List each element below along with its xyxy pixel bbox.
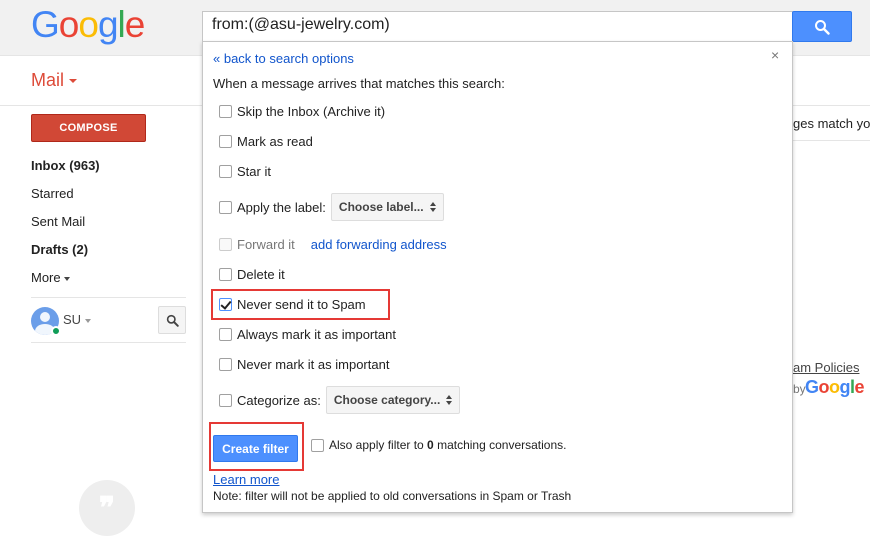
back-to-search-options-link[interactable]: « back to search options <box>213 51 354 66</box>
select-value: Choose category... <box>333 393 441 407</box>
option-label: Never mark it as important <box>237 356 390 372</box>
select-arrows-icon <box>446 395 453 405</box>
option-label: Apply the label: <box>237 199 326 215</box>
divider <box>31 297 186 298</box>
sidebar-item-inbox[interactable]: Inbox (963) <box>31 152 100 180</box>
matching-count: 0 <box>427 438 434 452</box>
never-important-checkbox[interactable] <box>219 357 232 371</box>
sidebar-item-more[interactable]: More <box>31 264 100 292</box>
option-label: Star it <box>237 163 271 179</box>
option-always-important[interactable]: Always mark it as important <box>219 324 396 344</box>
powered-by-text: by <box>793 382 806 396</box>
search-button[interactable] <box>792 11 852 42</box>
also-apply-suffix: matching conversations. <box>433 438 567 452</box>
select-value: Choose label... <box>338 200 424 214</box>
logo-letter: G <box>31 4 60 45</box>
filter-note: Note: filter will not be applied to old … <box>213 489 572 503</box>
select-arrows-icon <box>429 202 436 212</box>
create-filter-panel: « back to search options × When a messag… <box>202 41 793 513</box>
option-label: Categorize as: <box>237 392 321 408</box>
option-label: Always mark it as important <box>237 326 396 342</box>
categorize-checkbox[interactable] <box>219 393 232 407</box>
mail-label: Mail <box>31 70 65 90</box>
compose-button[interactable]: COMPOSE <box>31 114 146 142</box>
logo-letter: e <box>124 4 146 45</box>
option-label: Forward it <box>237 236 295 252</box>
sidebar-item-drafts[interactable]: Drafts (2) <box>31 236 100 264</box>
search-input[interactable]: from:(@asu-jewelry.com) <box>202 11 793 41</box>
divider <box>793 140 870 141</box>
program-policies-link[interactable]: am Policies <box>793 360 859 375</box>
choose-label-select[interactable]: Choose label... <box>330 193 444 221</box>
option-forward: Forward it add forwarding address <box>219 234 447 254</box>
also-apply-option[interactable]: Also apply filter to 0 matching conversa… <box>311 438 566 452</box>
more-label: More <box>31 270 61 285</box>
online-status-icon <box>51 326 61 336</box>
search-icon <box>815 19 830 35</box>
mail-switcher[interactable]: Mail <box>31 70 78 91</box>
also-apply-checkbox[interactable] <box>311 438 324 452</box>
filter-intro-text: When a message arrives that matches this… <box>213 76 505 91</box>
star-checkbox[interactable] <box>219 164 232 178</box>
divider <box>31 342 186 343</box>
people-search-button[interactable] <box>158 306 186 334</box>
option-skip-inbox[interactable]: Skip the Inbox (Archive it) <box>219 101 385 121</box>
also-apply-prefix: Also apply filter to <box>329 438 428 452</box>
logo-letter: g <box>97 4 119 45</box>
option-categorize[interactable]: Categorize as: Choose category... <box>219 385 461 415</box>
forward-checkbox <box>219 237 232 251</box>
mark-read-checkbox[interactable] <box>219 134 232 148</box>
apply-label-checkbox[interactable] <box>219 200 232 214</box>
learn-more-link[interactable]: Learn more <box>213 472 279 487</box>
always-important-checkbox[interactable] <box>219 327 232 341</box>
option-never-important[interactable]: Never mark it as important <box>219 354 389 374</box>
hangouts-icon[interactable]: ❞ <box>79 480 135 536</box>
logo-letter: o <box>78 4 99 45</box>
search-icon <box>166 314 179 327</box>
highlight-box <box>211 289 390 320</box>
user-menu[interactable]: SU <box>63 312 92 327</box>
option-label: Skip the Inbox (Archive it) <box>237 103 386 119</box>
option-apply-label[interactable]: Apply the label: Choose label... <box>219 192 444 222</box>
option-label: Delete it <box>237 266 285 282</box>
option-star[interactable]: Star it <box>219 161 271 181</box>
option-delete[interactable]: Delete it <box>219 264 285 284</box>
create-filter-button[interactable]: Create filter <box>213 435 298 462</box>
user-initials: SU <box>63 312 82 327</box>
choose-category-select[interactable]: Choose category... <box>325 386 461 414</box>
avatar-head <box>40 312 50 322</box>
logo-letter: o <box>58 4 80 45</box>
option-label: Mark as read <box>237 133 313 149</box>
option-mark-read[interactable]: Mark as read <box>219 131 313 151</box>
google-logo[interactable]: Google <box>31 4 146 46</box>
sidebar-item-starred[interactable]: Starred <box>31 180 100 208</box>
close-icon[interactable]: × <box>771 47 779 63</box>
skip-inbox-checkbox[interactable] <box>219 104 232 118</box>
chevron-down-icon <box>63 276 70 281</box>
add-forwarding-address-link[interactable]: add forwarding address <box>311 237 447 252</box>
chevron-down-icon <box>69 79 78 84</box>
logo-letter: l <box>117 4 126 45</box>
sidebar-item-sent[interactable]: Sent Mail <box>31 208 100 236</box>
results-info-text: ges match yo <box>793 116 870 131</box>
delete-checkbox[interactable] <box>219 267 232 281</box>
chevron-down-icon <box>85 318 92 323</box>
google-footer-logo: Google <box>805 377 865 397</box>
sidebar-nav: Inbox (963) Starred Sent Mail Drafts (2)… <box>31 152 100 292</box>
